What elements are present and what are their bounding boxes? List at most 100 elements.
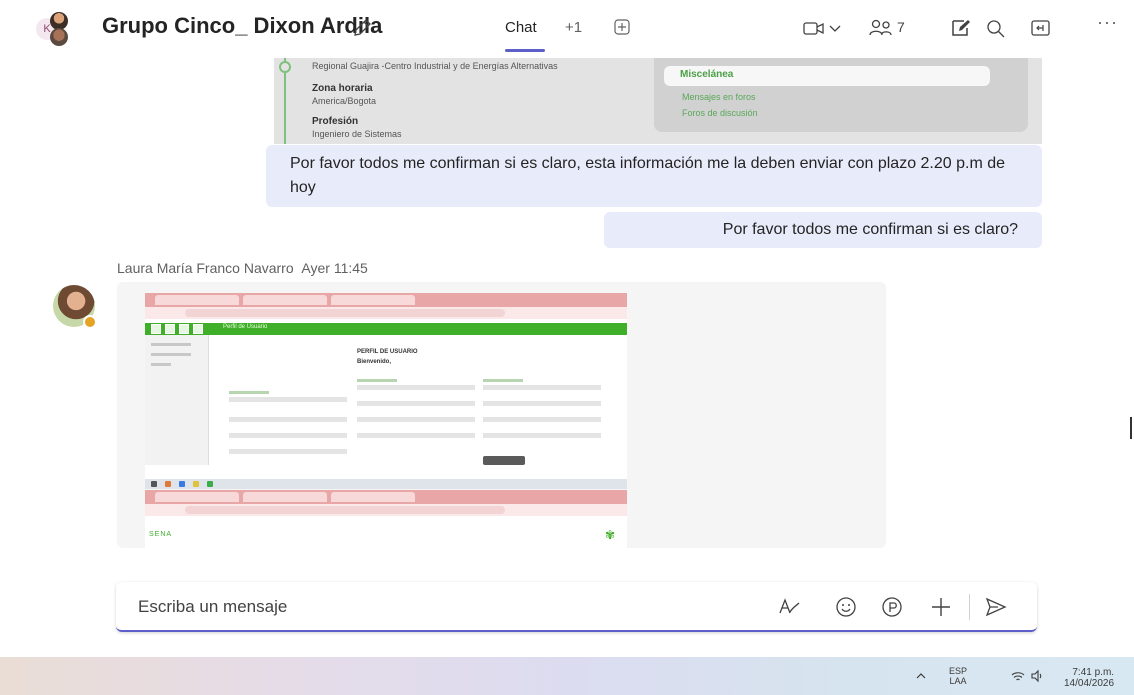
sena-logo: SENA bbox=[149, 531, 173, 538]
sena-letter-box bbox=[193, 324, 203, 334]
mini-field bbox=[483, 417, 601, 422]
mini-task-icon bbox=[151, 481, 157, 487]
tab-chat[interactable]: Chat bbox=[505, 19, 537, 36]
emoji-icon[interactable] bbox=[834, 595, 858, 619]
attach-icon[interactable] bbox=[929, 595, 953, 619]
shared-profile-image[interactable]: Regional Guajira -Centro Industrial y de… bbox=[274, 58, 1042, 144]
sena-letter-box bbox=[165, 324, 175, 334]
mini-field-label bbox=[483, 379, 523, 382]
mini-field bbox=[483, 385, 601, 390]
browser-tab bbox=[155, 295, 239, 305]
browser-address-bar bbox=[145, 504, 627, 516]
clock-time: 7:41 p.m. bbox=[1072, 667, 1115, 678]
language-code: ESP bbox=[948, 666, 967, 676]
misc-box: Miscelánea bbox=[664, 66, 990, 86]
mini-field bbox=[229, 433, 347, 438]
keyboard-layout: LAA bbox=[949, 676, 967, 686]
browser-tabs bbox=[145, 293, 627, 307]
sena-bar-title: Perfil de Usuario bbox=[223, 324, 268, 330]
chevron-up-icon[interactable] bbox=[915, 670, 927, 682]
add-tab-icon[interactable] bbox=[613, 18, 631, 36]
sender-name: Laura María Franco Navarro bbox=[117, 260, 294, 276]
chevron-down-icon[interactable] bbox=[828, 16, 842, 40]
mini-task-icon bbox=[193, 481, 199, 487]
mini-task-icon bbox=[179, 481, 185, 487]
search-icon[interactable] bbox=[986, 16, 1006, 40]
compose-box[interactable] bbox=[116, 582, 1037, 632]
group-avatar[interactable]: K bbox=[36, 12, 82, 46]
browser-address-bar bbox=[145, 307, 627, 319]
address-box bbox=[185, 309, 505, 317]
notes-icon[interactable] bbox=[950, 16, 972, 40]
mini-field bbox=[229, 417, 347, 422]
mini-field bbox=[483, 401, 601, 406]
profession-label: Profesión bbox=[312, 116, 359, 127]
browser-tab bbox=[155, 492, 239, 502]
sena-leaf-icon: ✾ bbox=[604, 528, 615, 542]
sena-letter-box bbox=[151, 324, 161, 334]
os-taskbar: ESP LAA 7:41 p.m. 14/04/2026 bbox=[0, 657, 1134, 695]
mini-task-icon bbox=[207, 481, 213, 487]
mini-welcome: Bienvenido, bbox=[357, 359, 392, 365]
edit-icon[interactable] bbox=[351, 17, 373, 39]
timezone-value: America/Bogota bbox=[312, 96, 377, 106]
message-timestamp: Ayer 11:45 bbox=[301, 260, 368, 276]
away-status-badge bbox=[83, 315, 97, 329]
sender-avatar[interactable] bbox=[53, 285, 97, 329]
chat-header: K Grupo Cinco_ Dixon Ardila Chat +1 7 ··… bbox=[0, 0, 1134, 58]
language-indicator[interactable]: ESP LAA bbox=[948, 666, 968, 686]
regional-text: Regional Guajira -Centro Industrial y de… bbox=[312, 61, 558, 71]
loop-icon[interactable] bbox=[880, 595, 904, 619]
mini-sidebar-item bbox=[151, 343, 191, 346]
browser-tab bbox=[243, 295, 327, 305]
attached-screenshot[interactable]: SENA ✾ bbox=[145, 490, 627, 548]
browser-tab bbox=[331, 295, 415, 305]
mini-field bbox=[357, 417, 475, 422]
mini-sidebar-item bbox=[151, 363, 171, 366]
mini-field bbox=[357, 385, 475, 390]
mini-field-label bbox=[357, 379, 397, 382]
attached-screenshot[interactable]: Perfil de Usuario PERFIL DE USUARIO Bien… bbox=[145, 293, 627, 489]
chat-title[interactable]: Grupo Cinco_ Dixon Ardila bbox=[102, 13, 382, 39]
browser-tab bbox=[331, 492, 415, 502]
participants-icon[interactable] bbox=[868, 16, 894, 40]
speaker-icon[interactable] bbox=[1030, 669, 1044, 683]
misc-panel: Miscelánea Mensajes en foros Foros de di… bbox=[654, 58, 1028, 132]
mini-field bbox=[357, 433, 475, 438]
active-tab-indicator bbox=[505, 49, 545, 52]
compose-separator bbox=[969, 594, 970, 620]
mini-field bbox=[483, 433, 601, 438]
video-call-icon[interactable] bbox=[803, 16, 825, 40]
mini-field-label bbox=[229, 391, 269, 394]
tab-more[interactable]: +1 bbox=[565, 19, 582, 36]
mini-task-icon bbox=[165, 481, 171, 487]
sena-letter-box bbox=[179, 324, 189, 334]
browser-tabs bbox=[145, 490, 627, 504]
mini-field bbox=[229, 397, 347, 402]
sent-message[interactable]: Por favor todos me confirman si es claro… bbox=[266, 145, 1042, 207]
misc-label: Miscelánea bbox=[680, 69, 734, 80]
send-icon[interactable] bbox=[984, 595, 1008, 619]
misc-link-discussion-forums: Foros de discusión bbox=[682, 108, 758, 118]
avatar-photo bbox=[50, 28, 68, 46]
mini-profile-title: PERFIL DE USUARIO bbox=[357, 349, 418, 355]
timezone-label: Zona horaria bbox=[312, 83, 373, 94]
message-input[interactable] bbox=[136, 595, 636, 619]
mini-sidebar bbox=[145, 335, 209, 465]
profession-value: Ingeniero de Sistemas bbox=[312, 129, 402, 139]
mini-field bbox=[229, 449, 347, 454]
clock[interactable]: 7:41 p.m. 14/04/2026 bbox=[1064, 667, 1114, 689]
browser-tab bbox=[243, 492, 327, 502]
sent-message[interactable]: Por favor todos me confirman si es claro… bbox=[604, 212, 1042, 248]
text-cursor bbox=[1130, 417, 1132, 439]
popout-icon[interactable] bbox=[1030, 16, 1052, 40]
more-icon[interactable]: ··· bbox=[1097, 12, 1118, 33]
format-icon[interactable] bbox=[777, 595, 801, 619]
address-box bbox=[185, 506, 505, 514]
timeline-dot bbox=[279, 61, 291, 73]
participants-count[interactable]: 7 bbox=[897, 19, 905, 35]
clock-date: 14/04/2026 bbox=[1064, 678, 1115, 689]
sena-toolbar: Perfil de Usuario bbox=[145, 323, 627, 335]
mini-update-button bbox=[483, 456, 525, 465]
wifi-icon[interactable] bbox=[1011, 669, 1025, 683]
